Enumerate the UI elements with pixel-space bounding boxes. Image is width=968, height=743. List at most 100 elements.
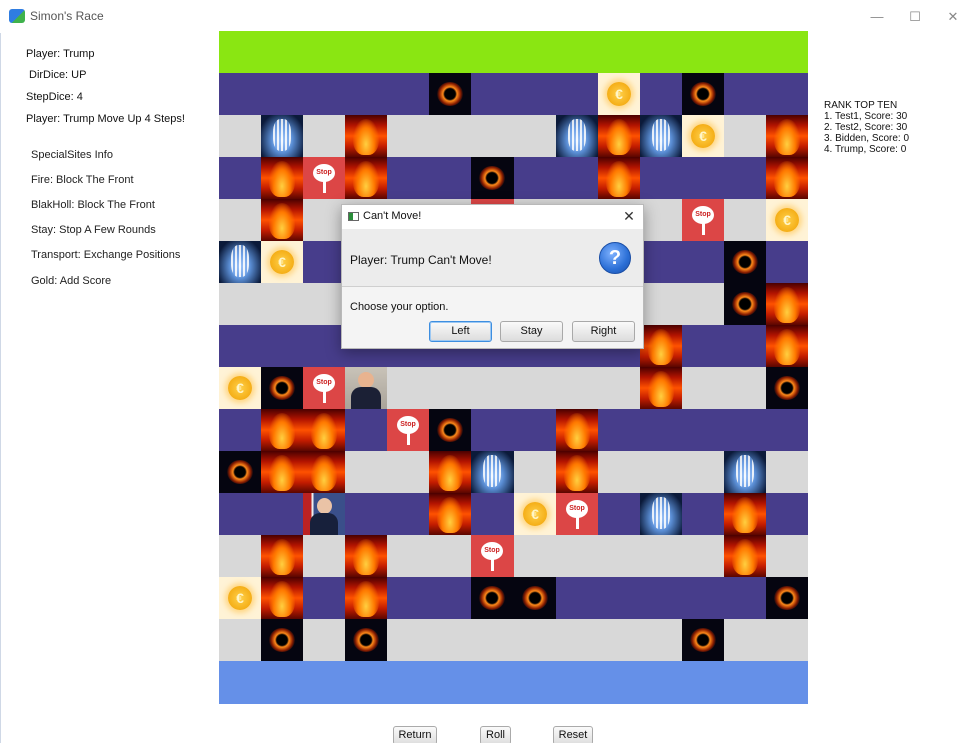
fire-site <box>766 157 808 199</box>
start-zone <box>219 661 808 704</box>
board-cell <box>429 619 471 661</box>
board-cell <box>219 157 261 199</box>
board-cell <box>514 367 556 409</box>
board-cell <box>219 283 261 325</box>
black-hole-site <box>345 619 387 661</box>
board-cell <box>556 619 598 661</box>
reset-button[interactable]: Reset <box>553 726 593 743</box>
board-cell <box>766 241 808 283</box>
gold-site <box>766 199 808 241</box>
dialog-message: Player: Trump Can't Move! <box>350 253 492 267</box>
board-cell <box>514 73 556 115</box>
stay-site <box>682 199 724 241</box>
board-cell <box>387 115 429 157</box>
board-cell <box>387 73 429 115</box>
gold-site <box>219 367 261 409</box>
board-cell <box>682 157 724 199</box>
window-title: Simon's Race <box>30 9 104 23</box>
fire-site <box>598 115 640 157</box>
board-cell <box>640 619 682 661</box>
roll-button[interactable]: Roll <box>480 726 511 743</box>
close-window-button[interactable]: ✕ <box>938 6 968 28</box>
title-bar: Simon's Race — ☐ ✕ <box>0 0 968 33</box>
black-hole-site <box>682 619 724 661</box>
board-cell <box>640 451 682 493</box>
stay-site <box>387 409 429 451</box>
black-hole-site <box>724 283 766 325</box>
board-cell <box>682 493 724 535</box>
board-cell <box>724 577 766 619</box>
board-cell <box>303 199 345 241</box>
dialog-title-bar: Can't Move! ✕ <box>342 205 643 229</box>
transport-site <box>640 115 682 157</box>
board-cell <box>682 451 724 493</box>
dialog-close-button[interactable]: ✕ <box>621 208 637 224</box>
board-cell <box>429 157 471 199</box>
board-cell <box>598 367 640 409</box>
transport-site <box>556 115 598 157</box>
black-hole-site <box>429 409 471 451</box>
stay-site <box>556 493 598 535</box>
transport-site <box>640 493 682 535</box>
fire-site <box>724 535 766 577</box>
right-button[interactable]: Right <box>572 321 635 342</box>
board-cell <box>219 325 261 367</box>
special-site-transport: Transport: Exchange Positions <box>31 249 181 261</box>
board-cell <box>219 535 261 577</box>
left-button[interactable]: Left <box>429 321 492 342</box>
board-cell <box>219 493 261 535</box>
dir-dice-label: DirDice: UP <box>29 69 87 81</box>
fire-site <box>303 409 345 451</box>
board-cell <box>724 199 766 241</box>
fire-site <box>766 325 808 367</box>
board-cell <box>219 199 261 241</box>
minimize-button[interactable]: — <box>862 6 892 28</box>
board-cell <box>387 493 429 535</box>
board-cell <box>514 409 556 451</box>
board-cell <box>682 325 724 367</box>
black-hole-site <box>261 619 303 661</box>
fire-site <box>261 409 303 451</box>
board-cell <box>724 115 766 157</box>
maximize-button[interactable]: ☐ <box>900 6 930 28</box>
black-hole-site <box>682 73 724 115</box>
fire-site <box>345 157 387 199</box>
board-cell <box>682 367 724 409</box>
board-cell <box>724 367 766 409</box>
board-cell <box>766 409 808 451</box>
game-board <box>219 31 808 704</box>
board-cell <box>303 73 345 115</box>
stay-button[interactable]: Stay <box>500 321 563 342</box>
special-site-stay: Stay: Stop A Few Rounds <box>31 224 156 236</box>
board-cell <box>303 535 345 577</box>
board-cell <box>556 577 598 619</box>
board-cell <box>261 283 303 325</box>
dialog-title: Can't Move! <box>363 210 422 222</box>
fire-site <box>261 535 303 577</box>
question-icon: ? <box>599 242 631 274</box>
return-button[interactable]: Return <box>393 726 437 743</box>
board-cell <box>387 157 429 199</box>
stay-site <box>303 367 345 409</box>
board-cell <box>598 409 640 451</box>
board-cell <box>598 535 640 577</box>
board-cell <box>724 157 766 199</box>
fire-site <box>429 451 471 493</box>
stay-site <box>471 535 514 577</box>
board-cell <box>514 157 556 199</box>
rank-title: RANK TOP TEN <box>824 100 898 111</box>
board-cell <box>514 619 556 661</box>
board-cell <box>261 73 303 115</box>
dialog-prompt: Choose your option. <box>350 301 449 313</box>
finish-zone <box>219 31 808 73</box>
board-cell <box>219 619 261 661</box>
board-cell <box>766 451 808 493</box>
board-cell <box>303 283 345 325</box>
rank-entry: 2. Test2, Score: 30 <box>824 122 908 133</box>
board-cell <box>471 409 514 451</box>
board-cell <box>598 619 640 661</box>
fire-site <box>261 451 303 493</box>
board-cell <box>640 535 682 577</box>
board-cell <box>640 409 682 451</box>
black-hole-site <box>766 577 808 619</box>
